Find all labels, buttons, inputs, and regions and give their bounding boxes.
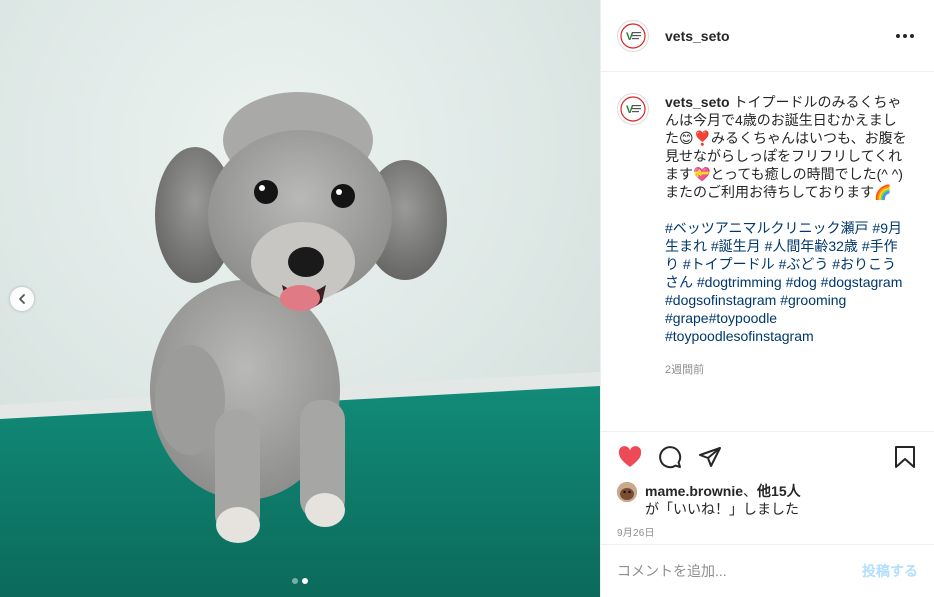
comment-icon	[659, 446, 682, 469]
action-section: mame.brownie、他15人 が「いいね！」しました 9月26日	[601, 431, 934, 539]
likes-others[interactable]: 他15人	[757, 483, 801, 499]
caption-area: V vets_seto トイプードルのみるくちゃんは今月で4歳のお誕生日むかえま…	[601, 73, 934, 431]
hashtag[interactable]: #toypoodlesofinstagram	[665, 328, 814, 344]
post-sidebar: V vets_seto V vets_seto トイプードルのみるくちゃんは今月…	[600, 0, 934, 597]
caption-username[interactable]: vets_seto	[665, 94, 730, 110]
caption-line-2: またのご利用お待ちしております🌈	[665, 184, 892, 200]
clinic-logo-icon: V	[620, 22, 646, 49]
caption-time[interactable]: 2週間前	[665, 361, 910, 379]
share-button[interactable]	[697, 444, 723, 470]
hashtag[interactable]: #トイプードル	[683, 256, 775, 272]
caption-text: vets_seto トイプードルのみるくちゃんは今月で4歳のお誕生日むかえました…	[665, 93, 910, 379]
carousel-indicator	[0, 578, 600, 584]
post-date[interactable]: 9月26日	[617, 524, 918, 539]
likes-summary: mame.brownie、他15人 が「いいね！」しました	[645, 482, 801, 518]
more-icon	[896, 33, 900, 38]
header-username[interactable]: vets_seto	[665, 28, 730, 44]
comment-input[interactable]	[617, 563, 862, 579]
hashtag[interactable]: #dog	[786, 274, 817, 290]
comment-form: 投稿する	[601, 544, 934, 597]
liker-username[interactable]: mame.brownie	[645, 483, 743, 499]
comment-button[interactable]	[657, 444, 683, 470]
bookmark-icon	[895, 446, 915, 468]
clinic-logo-icon: V	[620, 96, 646, 122]
carousel-dot	[292, 578, 298, 584]
like-button[interactable]	[617, 444, 643, 470]
share-icon	[699, 447, 721, 467]
post-photo[interactable]	[0, 0, 600, 597]
action-bar	[617, 442, 918, 472]
hashtag[interactable]: #dogsofinstagram	[665, 292, 776, 308]
dog-photo	[0, 0, 600, 597]
hashtag[interactable]: #誕生月	[711, 238, 761, 254]
liker-avatar[interactable]	[617, 482, 637, 502]
hashtag[interactable]: #dogstagram	[821, 274, 903, 290]
dog-avatar-icon	[617, 482, 637, 502]
avatar[interactable]: V	[617, 19, 649, 52]
more-options-button[interactable]	[892, 30, 918, 42]
hashtag[interactable]: #ベッツアニマルクリニック瀬戸	[665, 220, 869, 236]
carousel-dot-active	[302, 578, 308, 584]
hashtag[interactable]: #grooming	[780, 292, 846, 308]
hashtag[interactable]: #grape#toypoodle	[665, 310, 777, 326]
previous-button[interactable]	[10, 287, 34, 311]
likes-suffix: が「いいね！」しました	[645, 501, 799, 517]
hashtag[interactable]: #ぶどう	[779, 256, 829, 272]
post-header: V vets_seto	[601, 0, 934, 72]
likes-separator: 、	[743, 483, 758, 499]
post-comment-button[interactable]: 投稿する	[862, 561, 918, 581]
heart-icon	[618, 446, 642, 467]
hashtag[interactable]: #人間年齢32歳	[765, 238, 858, 254]
hashtag[interactable]: #dogtrimming	[697, 274, 782, 290]
hashtags: #ベッツアニマルクリニック瀬戸 #9月生まれ #誕生月 #人間年齢32歳 #手作…	[665, 219, 910, 345]
caption-avatar[interactable]: V	[617, 93, 649, 125]
chevron-left-icon	[19, 294, 25, 304]
save-button[interactable]	[892, 444, 918, 470]
likes-row: mame.brownie、他15人 が「いいね！」しました	[617, 482, 918, 518]
